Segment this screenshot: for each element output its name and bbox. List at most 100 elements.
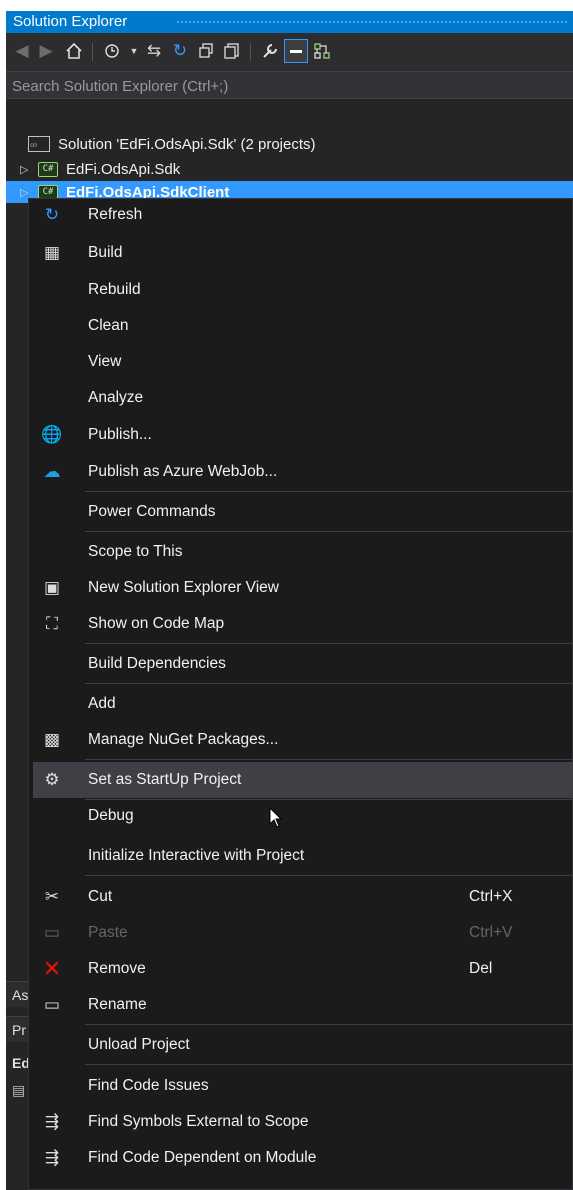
properties-icon[interactable]: [258, 39, 282, 63]
menu-item-find-code-dependent-on-module[interactable]: ⇶ Find Code Dependent on Module: [29, 1140, 573, 1176]
menu-item-shortcut: Ctrl+V: [469, 924, 513, 941]
menu-item-label: View: [88, 353, 122, 370]
menu-item-clean[interactable]: Clean: [29, 308, 573, 344]
show-all-files-icon[interactable]: [220, 39, 244, 63]
menu-item-shortcut: Del: [469, 960, 493, 977]
paste-icon: ▭: [43, 923, 61, 942]
menu-item-publish[interactable]: 🌐 Publish...: [29, 417, 573, 453]
preview-selected-icon[interactable]: [284, 39, 308, 63]
remove-x-icon: ✕: [42, 956, 62, 981]
menu-item-label: Refresh: [88, 206, 143, 223]
solution-label: Solution 'EdFi.OdsApi.Sdk' (2 projects): [58, 135, 316, 153]
menu-item-label: Find Code Issues: [88, 1077, 209, 1094]
menu-separator: [85, 1064, 573, 1065]
mouse-cursor-icon: [269, 807, 283, 828]
collapse-all-icon[interactable]: [194, 39, 218, 63]
menu-item-label: Initialize Interactive with Project: [88, 847, 305, 864]
menu-item-rename[interactable]: ▭ Rename: [29, 987, 573, 1023]
menu-item-add[interactable]: Add: [29, 686, 573, 722]
menu-item-label: Rebuild: [88, 281, 141, 298]
menu-item-label: Unload Project: [88, 1036, 190, 1053]
pending-changes-icon[interactable]: [100, 39, 124, 63]
new-view-icon: ▣: [43, 578, 61, 597]
menu-item-new-solution-explorer-view[interactable]: ▣ New Solution Explorer View: [29, 570, 573, 606]
menu-item-label: Scope to This: [88, 543, 183, 560]
menu-item-label: Find Code Dependent on Module: [88, 1149, 317, 1166]
csharp-project-icon: C#: [38, 161, 58, 177]
menu-item-cut[interactable]: ✂ Cut Ctrl+X: [29, 879, 573, 915]
menu-item-unload-project[interactable]: Unload Project: [29, 1027, 573, 1063]
menu-item-paste[interactable]: ▭ Paste Ctrl+V: [29, 915, 573, 951]
menu-item-label: Build: [88, 244, 123, 261]
menu-item-label: New Solution Explorer View: [88, 579, 279, 596]
menu-item-label: Build Dependencies: [88, 655, 226, 672]
menu-item-power-commands[interactable]: Power Commands: [29, 494, 573, 530]
refresh-icon: ↻: [44, 205, 60, 224]
menu-item-analyze[interactable]: Analyze: [29, 380, 573, 416]
menu-item-show-on-code-map[interactable]: ⛶ Show on Code Map: [29, 606, 573, 642]
tree-project-node[interactable]: ▷ C# EdFi.OdsApi.Sdk: [6, 158, 573, 180]
scissors-icon: ✂: [44, 887, 60, 906]
menu-separator: [85, 491, 573, 492]
tree-solution-node[interactable]: ∞ Solution 'EdFi.OdsApi.Sdk' (2 projects…: [6, 133, 573, 155]
menu-item-find-code-issues[interactable]: Find Code Issues: [29, 1068, 573, 1104]
menu-item-label: Set as StartUp Project: [88, 771, 242, 788]
code-map-icon[interactable]: [310, 39, 334, 63]
menu-item-remove[interactable]: ✕ Remove Del: [29, 951, 573, 987]
menu-separator: [85, 643, 573, 644]
menu-item-label: Publish...: [88, 426, 152, 443]
menu-item-label: Clean: [88, 317, 129, 334]
menu-item-label: Paste: [88, 924, 128, 941]
menu-item-initialize-interactive-with-project[interactable]: Initialize Interactive with Project: [29, 838, 573, 874]
nuget-icon: ▩: [43, 730, 61, 749]
menu-item-label: Add: [88, 695, 116, 712]
menu-separator: [85, 875, 573, 876]
home-icon[interactable]: [62, 39, 86, 63]
menu-item-scope-to-this[interactable]: Scope to This: [29, 534, 573, 570]
menu-item-shortcut: Ctrl+X: [469, 888, 513, 905]
menu-item-refresh[interactable]: ↻ Refresh: [29, 197, 573, 233]
solution-explorer-toolbar: ◀ ▶ ▼ ⇆ ↻: [6, 33, 573, 71]
menu-item-debug[interactable]: Debug: [29, 798, 573, 834]
menu-item-view[interactable]: View: [29, 344, 573, 380]
toolbar-separator: [92, 43, 93, 61]
menu-separator: [85, 1024, 573, 1025]
panel-title: Solution Explorer: [13, 13, 128, 30]
find-dependent-icon: ⇶: [44, 1148, 60, 1167]
build-icon: ▦: [43, 243, 61, 262]
menu-item-label: Debug: [88, 807, 134, 824]
menu-item-label: Show on Code Map: [88, 615, 225, 632]
screenshot-frame: Solution Explorer ◀ ▶ ▼ ⇆ ↻ Search Solut…: [0, 0, 573, 1190]
gear-icon: ⚙: [44, 770, 60, 789]
panel-title-bar[interactable]: Solution Explorer: [6, 11, 573, 33]
menu-separator: [85, 683, 573, 684]
menu-item-build-dependencies[interactable]: Build Dependencies: [29, 646, 573, 682]
menu-item-rebuild[interactable]: Rebuild: [29, 272, 573, 308]
project-label: EdFi.OdsApi.Sdk: [66, 160, 181, 178]
menu-item-label: Analyze: [88, 389, 144, 406]
code-map-icon: ⛶: [46, 614, 58, 633]
menu-item-set-as-startup-project[interactable]: ⚙ Set as StartUp Project: [33, 762, 573, 798]
menu-separator: [85, 531, 573, 532]
menu-item-find-symbols-external-to-scope[interactable]: ⇶ Find Symbols External to Scope: [29, 1104, 573, 1140]
search-input[interactable]: [12, 76, 562, 96]
solution-icon: ∞: [28, 136, 50, 152]
expand-arrow-icon[interactable]: ▷: [20, 163, 32, 176]
menu-item-publish-as-azure-webjob[interactable]: ☁ Publish as Azure WebJob...: [29, 454, 573, 490]
menu-item-label: Manage NuGet Packages...: [88, 731, 279, 748]
azure-webjob-icon: ☁: [43, 462, 61, 481]
refresh-icon[interactable]: ↻: [168, 39, 192, 63]
forward-icon[interactable]: ▶: [34, 39, 58, 63]
title-grip: [176, 20, 567, 25]
publish-globe-icon: 🌐: [41, 425, 63, 444]
back-icon[interactable]: ◀: [10, 39, 34, 63]
menu-item-label: Cut: [88, 888, 113, 905]
menu-separator: [85, 759, 573, 760]
find-symbols-icon: ⇶: [44, 1112, 60, 1131]
sync-icon[interactable]: ⇆: [142, 39, 166, 63]
menu-item-label: Find Symbols External to Scope: [88, 1113, 309, 1130]
menu-item-label: Remove: [88, 960, 146, 977]
menu-item-build[interactable]: ▦ Build: [29, 235, 573, 271]
menu-item-label: Rename: [88, 996, 147, 1013]
menu-item-manage-nuget-packages[interactable]: ▩ Manage NuGet Packages...: [29, 722, 573, 758]
